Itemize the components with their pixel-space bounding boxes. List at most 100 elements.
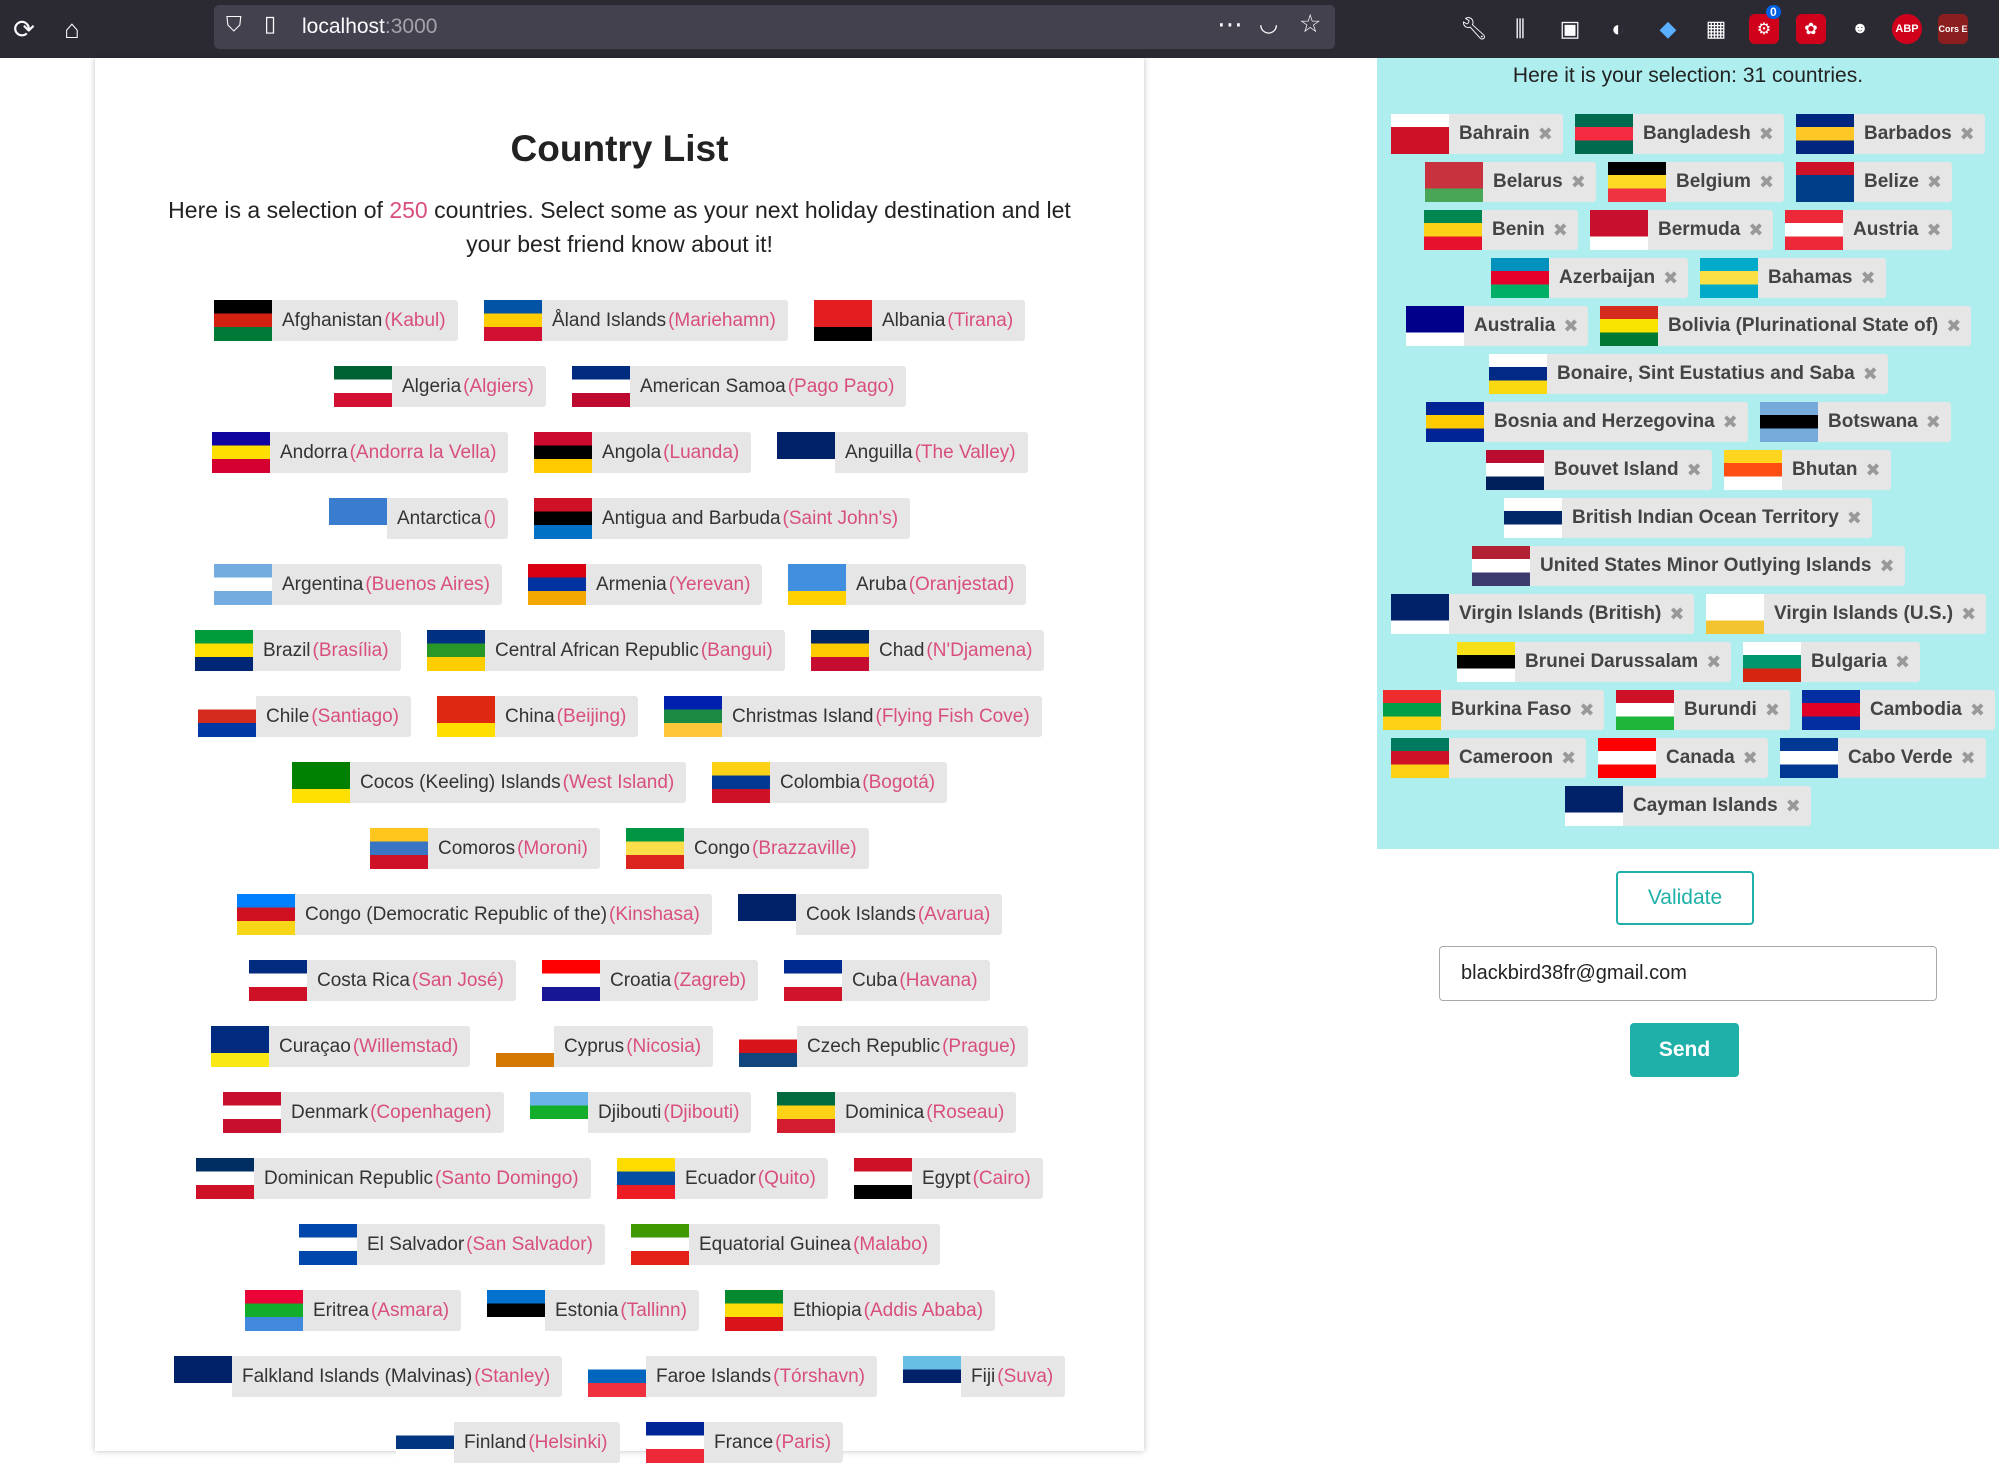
- selected-country[interactable]: Belarus ✖: [1425, 162, 1596, 202]
- country-chip[interactable]: Algeria (Algiers): [334, 366, 546, 407]
- sidebar-icon[interactable]: ▣: [1552, 11, 1588, 47]
- remove-icon[interactable]: ✖: [1563, 316, 1578, 337]
- country-chip[interactable]: Anguilla (The Valley): [777, 432, 1028, 473]
- remove-icon[interactable]: ✖: [1561, 748, 1576, 769]
- remove-icon[interactable]: ✖: [1786, 796, 1801, 817]
- remove-icon[interactable]: ✖: [1865, 460, 1880, 481]
- remove-icon[interactable]: ✖: [1861, 268, 1876, 289]
- country-chip[interactable]: Equatorial Guinea (Malabo): [631, 1224, 941, 1265]
- remove-icon[interactable]: ✖: [1687, 460, 1702, 481]
- alien-icon[interactable]: ☻: [1845, 14, 1875, 44]
- selected-country[interactable]: Bermuda ✖: [1590, 210, 1774, 250]
- selected-country[interactable]: United States Minor Outlying Islands ✖: [1472, 546, 1905, 586]
- selected-country[interactable]: Burkina Faso ✖: [1383, 690, 1605, 730]
- selected-country[interactable]: Canada ✖: [1598, 738, 1768, 778]
- selected-country[interactable]: Brunei Darussalam ✖: [1457, 642, 1732, 682]
- country-chip[interactable]: Argentina (Buenos Aires): [214, 564, 502, 605]
- selected-country[interactable]: British Indian Ocean Territory ✖: [1504, 498, 1872, 538]
- selected-country[interactable]: Belize ✖: [1796, 162, 1953, 202]
- country-chip[interactable]: Angola (Luanda): [534, 432, 752, 473]
- country-chip[interactable]: Antigua and Barbuda (Saint John's): [534, 498, 911, 539]
- library-icon[interactable]: ⫼: [1502, 11, 1538, 47]
- country-chip[interactable]: Cook Islands (Avarua): [738, 894, 1003, 935]
- selected-country[interactable]: Austria ✖: [1785, 210, 1952, 250]
- country-chip[interactable]: Antarctica(): [329, 498, 509, 539]
- country-chip[interactable]: Cuba (Havana): [784, 960, 990, 1001]
- country-chip[interactable]: Cocos (Keeling) Islands (West Island): [292, 762, 687, 803]
- remove-icon[interactable]: ✖: [1926, 412, 1941, 433]
- remove-icon[interactable]: ✖: [1663, 268, 1678, 289]
- country-chip[interactable]: Denmark (Copenhagen): [223, 1092, 504, 1133]
- selected-country[interactable]: Bahamas ✖: [1700, 258, 1886, 298]
- country-chip[interactable]: Albania (Tirana): [814, 300, 1026, 341]
- remove-icon[interactable]: ✖: [1571, 172, 1586, 193]
- more-icon[interactable]: ⋯: [1217, 9, 1243, 40]
- selected-country[interactable]: Azerbaijan ✖: [1491, 258, 1689, 298]
- send-button[interactable]: Send: [1630, 1023, 1739, 1077]
- cors-icon[interactable]: Cors E: [1938, 14, 1968, 44]
- country-chip[interactable]: Colombia (Bogotá): [712, 762, 948, 803]
- selected-country[interactable]: Bosnia and Herzegovina ✖: [1426, 402, 1748, 442]
- home-icon[interactable]: ⌂: [54, 11, 90, 47]
- country-chip[interactable]: Egypt (Cairo): [854, 1158, 1043, 1199]
- puzzle-icon[interactable]: ✿: [1796, 14, 1826, 44]
- selected-country[interactable]: Bolivia (Plurinational State of) ✖: [1600, 306, 1972, 346]
- remove-icon[interactable]: ✖: [1847, 508, 1862, 529]
- country-chip[interactable]: Finland (Helsinki): [396, 1422, 620, 1463]
- country-chip[interactable]: Central African Republic (Bangui): [427, 630, 785, 671]
- remove-icon[interactable]: ✖: [1961, 748, 1976, 769]
- remove-icon[interactable]: ✖: [1895, 652, 1910, 673]
- country-chip[interactable]: Ecuador (Quito): [617, 1158, 828, 1199]
- url-text[interactable]: localhost:3000: [302, 15, 437, 39]
- country-chip[interactable]: American Samoa (Pago Pago): [572, 366, 907, 407]
- country-chip[interactable]: El Salvador (San Salvador): [299, 1224, 605, 1265]
- remove-icon[interactable]: ✖: [1970, 700, 1985, 721]
- selected-country[interactable]: Australia ✖: [1406, 306, 1589, 346]
- selected-country[interactable]: Virgin Islands (British) ✖: [1391, 594, 1695, 634]
- country-chip[interactable]: Faroe Islands (Tórshavn): [588, 1356, 877, 1397]
- email-field[interactable]: [1439, 946, 1937, 1001]
- reload-icon[interactable]: ⟳: [6, 11, 42, 47]
- country-chip[interactable]: Dominica (Roseau): [777, 1092, 1017, 1133]
- country-chip[interactable]: France (Paris): [646, 1422, 844, 1463]
- remove-icon[interactable]: ✖: [1579, 700, 1594, 721]
- shield-icon[interactable]: ⛉: [226, 13, 242, 37]
- country-chip[interactable]: Costa Rica (San José): [249, 960, 516, 1001]
- remove-icon[interactable]: ✖: [1759, 172, 1774, 193]
- country-chip[interactable]: Estonia (Tallinn): [487, 1290, 699, 1331]
- selected-country[interactable]: Cambodia ✖: [1802, 690, 1995, 730]
- selected-country[interactable]: Bulgaria ✖: [1743, 642, 1921, 682]
- country-chip[interactable]: Eritrea (Asmara): [245, 1290, 462, 1331]
- country-chip[interactable]: Fiji (Suva): [903, 1356, 1066, 1397]
- selected-country[interactable]: Bonaire, Sint Eustatius and Saba ✖: [1489, 354, 1888, 394]
- selected-country[interactable]: Barbados ✖: [1796, 114, 1985, 154]
- remove-icon[interactable]: ✖: [1706, 652, 1721, 673]
- remove-icon[interactable]: ✖: [1765, 700, 1780, 721]
- bookmark-star-icon[interactable]: ☆: [1299, 9, 1321, 39]
- pocket-icon[interactable]: ◡: [1259, 11, 1278, 37]
- selected-country[interactable]: Bhutan ✖: [1724, 450, 1891, 490]
- country-chip[interactable]: Cyprus (Nicosia): [496, 1026, 714, 1067]
- selected-country[interactable]: Botswana ✖: [1760, 402, 1951, 442]
- country-chip[interactable]: Chad (N'Djamena): [811, 630, 1045, 671]
- country-chip[interactable]: Afghanistan (Kabul): [214, 300, 458, 341]
- country-chip[interactable]: Congo (Brazzaville): [626, 828, 869, 869]
- country-chip[interactable]: Czech Republic (Prague): [739, 1026, 1028, 1067]
- remove-icon[interactable]: ✖: [1748, 220, 1763, 241]
- selected-country[interactable]: Bahrain ✖: [1391, 114, 1563, 154]
- country-chip[interactable]: Comoros (Moroni): [370, 828, 600, 869]
- selected-country[interactable]: Burundi ✖: [1616, 690, 1790, 730]
- remove-icon[interactable]: ✖: [1553, 220, 1568, 241]
- wrench-icon[interactable]: 🔧︎: [1456, 11, 1492, 47]
- validate-button[interactable]: Validate: [1616, 871, 1754, 925]
- url-bar[interactable]: ⛉ ▯ localhost:3000 ⋯ ◡ ☆: [214, 5, 1335, 49]
- selected-country[interactable]: Virgin Islands (U.S.) ✖: [1706, 594, 1987, 634]
- selected-country[interactable]: Bouvet Island ✖: [1486, 450, 1712, 490]
- country-chip[interactable]: Armenia (Yerevan): [528, 564, 763, 605]
- country-chip[interactable]: Andorra (Andorra la Vella): [212, 432, 509, 473]
- country-chip[interactable]: Christmas Island (Flying Fish Cove): [664, 696, 1042, 737]
- country-chip[interactable]: Aruba (Oranjestad): [788, 564, 1027, 605]
- remove-icon[interactable]: ✖: [1863, 364, 1878, 385]
- selected-country[interactable]: Belgium ✖: [1608, 162, 1785, 202]
- remove-icon[interactable]: ✖: [1946, 316, 1961, 337]
